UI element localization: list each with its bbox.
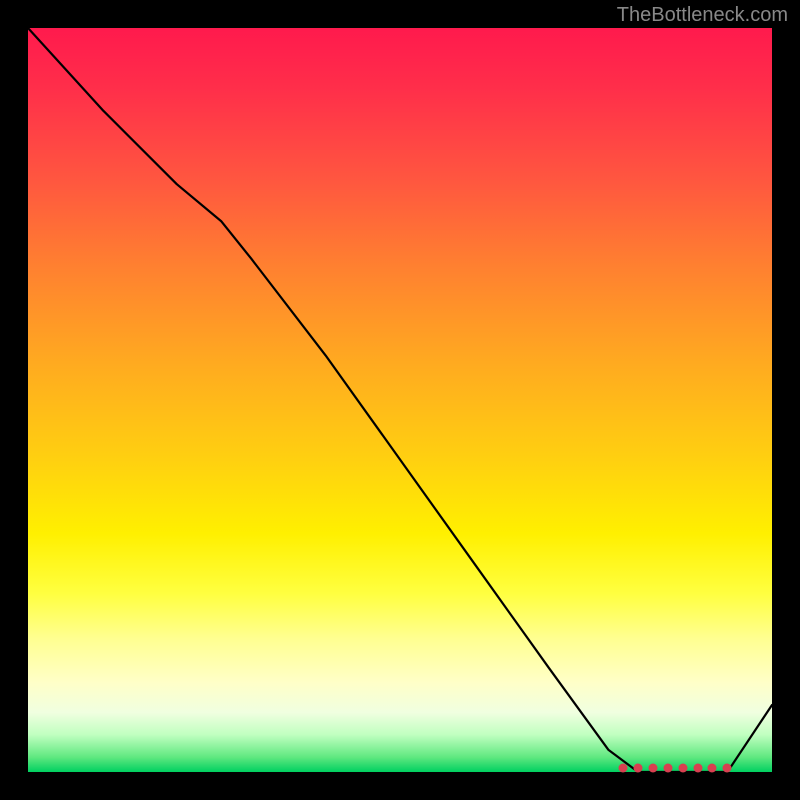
- marker-dot: [663, 764, 672, 773]
- marker-dot: [648, 764, 657, 773]
- plot-area: [28, 28, 772, 772]
- marker-dot: [693, 764, 702, 773]
- marker-dot: [708, 764, 717, 773]
- watermark-text: TheBottleneck.com: [617, 4, 788, 27]
- marker-dot: [634, 764, 643, 773]
- marker-dot: [619, 764, 628, 773]
- marker-dot: [723, 764, 732, 773]
- bottleneck-curve: [28, 28, 772, 772]
- marker-dot: [678, 764, 687, 773]
